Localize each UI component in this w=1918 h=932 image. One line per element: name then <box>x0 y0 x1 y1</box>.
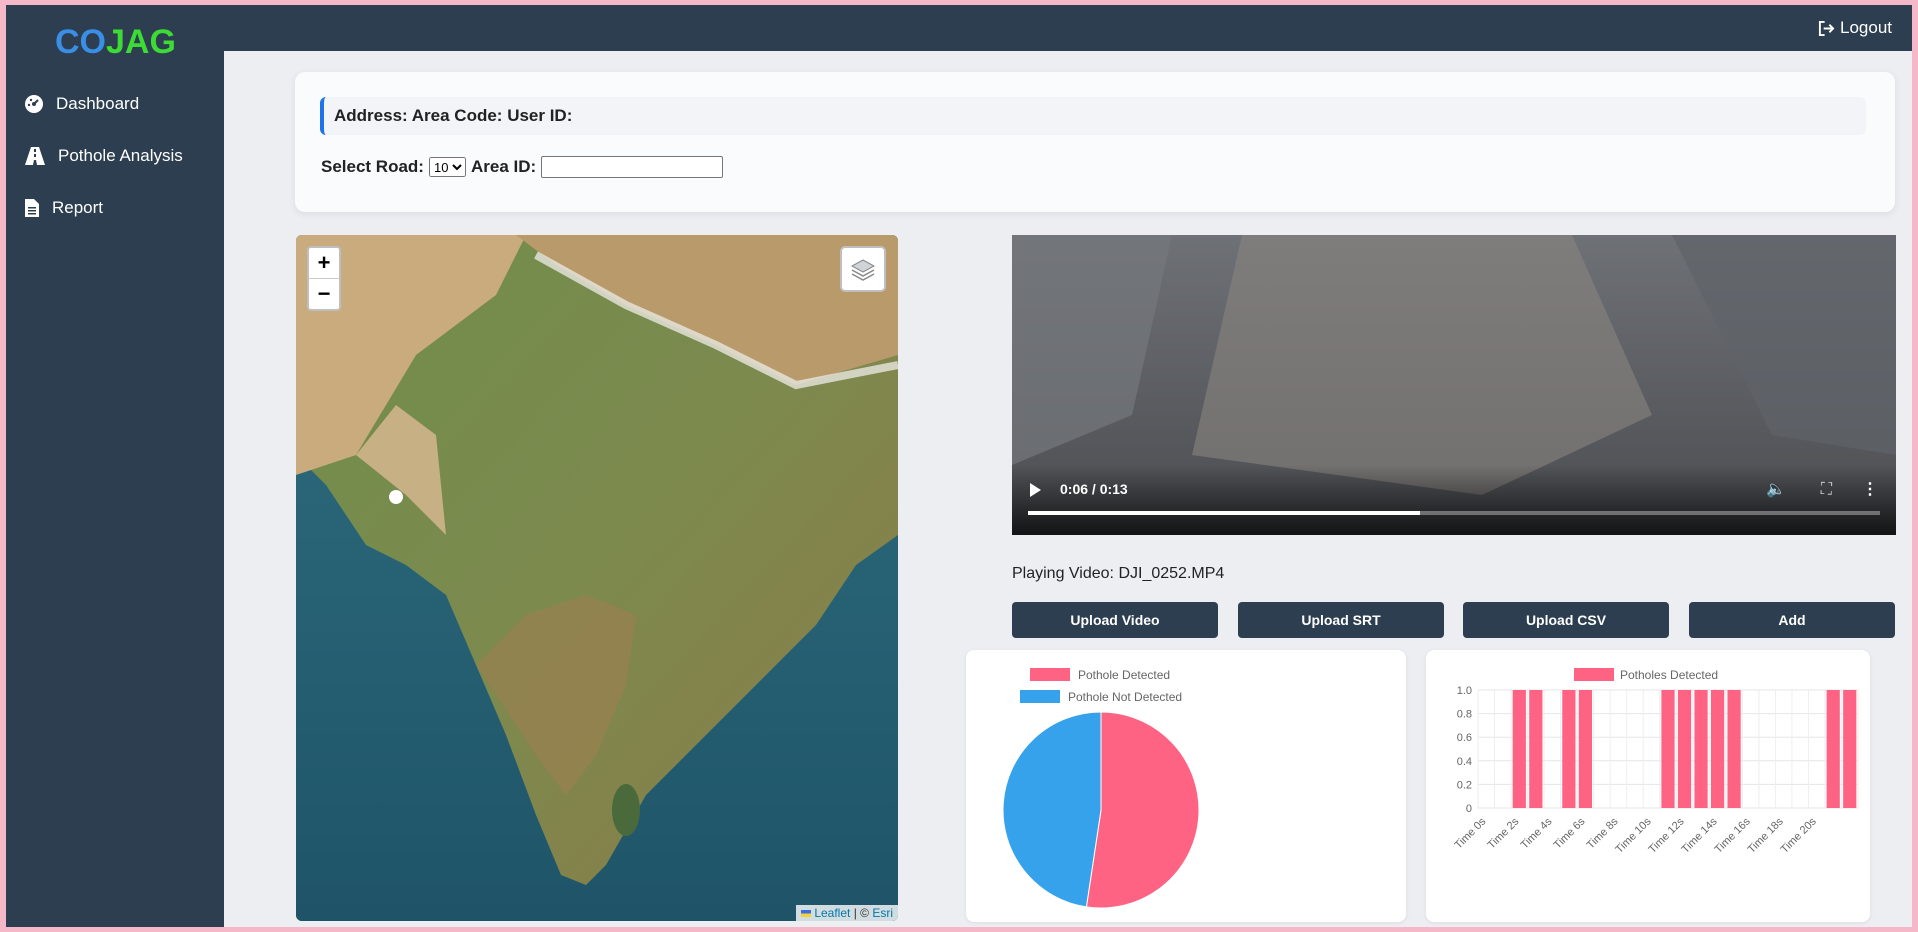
esri-link[interactable]: Esri <box>872 906 893 920</box>
x-tick-label: Time 2s <box>1486 815 1522 851</box>
pie-chart-card: Pothole Detected Pothole Not Detected <box>966 650 1406 922</box>
legend-swatch <box>1574 668 1614 681</box>
playing-video-label: Playing Video: DJI_0252.MP4 <box>1012 565 1225 582</box>
address-banner: Address: Area Code: User ID: <box>320 97 1866 135</box>
ukraine-flag-icon <box>801 910 812 918</box>
leaflet-link[interactable]: Leaflet <box>814 906 850 920</box>
video-progress-fill <box>1028 511 1420 515</box>
legend-label: Pothole Not Detected <box>1068 690 1182 704</box>
pie-chart: Pothole Detected Pothole Not Detected <box>1002 668 1200 909</box>
y-tick-label: 0.6 <box>1457 732 1472 744</box>
add-button[interactable]: Add <box>1689 602 1895 638</box>
video-progress-bar[interactable] <box>1028 511 1880 515</box>
mute-icon[interactable]: 🔈 <box>1766 479 1786 499</box>
road-select[interactable]: 10 <box>428 157 466 177</box>
road-selector-row: Select Road: 10 Area ID: <box>321 156 724 178</box>
pie-slice[interactable] <box>1085 711 1200 909</box>
bar[interactable] <box>1710 690 1725 808</box>
y-tick-label: 0.4 <box>1457 756 1472 768</box>
y-tick-label: 0 <box>1466 803 1472 815</box>
layers-button[interactable] <box>840 246 886 292</box>
file-icon <box>25 199 39 217</box>
sidebar-item-dashboard[interactable]: Dashboard <box>24 94 139 114</box>
area-id-input[interactable] <box>541 156 724 178</box>
bar[interactable] <box>1843 690 1857 808</box>
sidebar-item-label: Pothole Analysis <box>58 146 183 165</box>
upload-video-button[interactable]: Upload Video <box>1012 602 1218 638</box>
sidebar-item-report[interactable]: Report <box>24 198 103 218</box>
logout-button[interactable]: Logout <box>1818 18 1892 38</box>
y-tick-label: 1.0 <box>1457 685 1472 697</box>
zoom-control: + − <box>307 246 341 311</box>
bar-chart-card: Potholes Detected 0 0.2 0.4 0.6 0.8 1.0 Time 0s… <box>1426 650 1870 922</box>
bar[interactable] <box>1529 690 1543 808</box>
app-window: COJAG Dashboard Pothole Analysis Report … <box>6 5 1912 927</box>
more-options-icon[interactable]: ⋮ <box>1862 479 1878 499</box>
legend-label: Potholes Detected <box>1620 668 1718 682</box>
video-player[interactable]: 0:06 / 0:13 🔈 ⛶ ⋮ <box>1012 235 1896 535</box>
x-tick-label: Time 0s <box>1453 815 1489 851</box>
bar[interactable] <box>1694 690 1708 808</box>
bar[interactable] <box>1512 690 1526 808</box>
logo: COJAG <box>55 23 176 61</box>
area-id-label: Area ID: <box>470 157 537 176</box>
bar[interactable] <box>1727 690 1741 808</box>
y-tick-label: 0.8 <box>1457 709 1472 721</box>
map-attribution: Leaflet | © Esri <box>796 905 898 921</box>
pie-slice[interactable] <box>1002 711 1102 908</box>
bar[interactable] <box>1677 690 1692 808</box>
map-imagery <box>296 235 898 921</box>
bar[interactable] <box>1578 690 1592 808</box>
gauge-icon <box>25 95 43 113</box>
upload-srt-button[interactable]: Upload SRT <box>1238 602 1444 638</box>
sidebar-item-label: Report <box>52 198 104 217</box>
satellite-map[interactable]: + − Leaflet | © Esri <box>296 235 898 921</box>
sidebar: COJAG Dashboard Pothole Analysis Report <box>6 5 224 927</box>
sidebar-item-pothole-analysis[interactable]: Pothole Analysis <box>24 146 183 166</box>
legend-swatch <box>1030 668 1070 681</box>
video-controls: 0:06 / 0:13 🔈 ⛶ ⋮ <box>1012 465 1896 535</box>
layers-icon <box>850 259 876 281</box>
sidebar-item-label: Dashboard <box>56 94 140 113</box>
bar[interactable] <box>1562 690 1576 808</box>
bar[interactable] <box>1826 690 1840 808</box>
select-road-label: Select Road: <box>321 157 424 176</box>
x-tick-label: Time 20s <box>1779 815 1820 856</box>
play-button[interactable] <box>1030 483 1041 497</box>
legend-label: Pothole Detected <box>1078 668 1170 682</box>
bar-chart: Potholes Detected 0 0.2 0.4 0.6 0.8 1.0 Time 0s… <box>1453 668 1859 856</box>
upload-csv-button[interactable]: Upload CSV <box>1463 602 1669 638</box>
road-icon <box>25 147 45 165</box>
fullscreen-icon[interactable]: ⛶ <box>1821 481 1832 499</box>
sign-out-icon <box>1818 20 1835 36</box>
x-tick-label: Time 4s <box>1519 815 1555 851</box>
bar[interactable] <box>1661 690 1675 808</box>
top-bar: Logout <box>224 5 1912 51</box>
zoom-out-button[interactable]: − <box>309 279 339 309</box>
info-card: Address: Area Code: User ID: Select Road… <box>295 72 1895 212</box>
y-tick-label: 0.2 <box>1457 779 1472 791</box>
zoom-in-button[interactable]: + <box>309 248 339 279</box>
legend-swatch <box>1020 690 1060 703</box>
x-tick-label: Time 6s <box>1552 815 1588 851</box>
video-time: 0:06 / 0:13 <box>1060 481 1128 497</box>
